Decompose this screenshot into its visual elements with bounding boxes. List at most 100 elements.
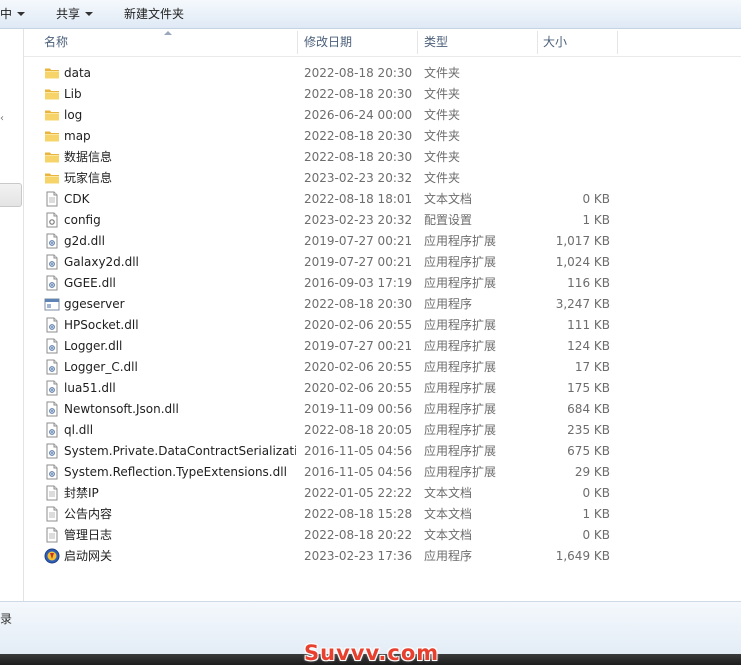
file-row[interactable]: 管理日志 2022-08-18 20:22 文本文档 0 KB [38,525,638,546]
file-size: 235 KB [567,423,610,437]
dll-file-icon [44,338,60,355]
file-type: 文件夹 [424,87,461,101]
column-separator[interactable] [537,31,538,54]
file-name: Logger.dll [64,339,123,353]
column-header-size[interactable]: 大小 [543,29,615,56]
file-row[interactable]: map 2022-08-18 20:30 文件夹 [38,126,638,147]
column-header-date[interactable]: 修改日期 [304,29,416,56]
file-row[interactable]: Lib 2022-08-18 20:30 文件夹 [38,84,638,105]
column-separator[interactable] [417,31,418,54]
file-name: ql.dll [64,423,94,437]
file-name: System.Private.DataContractSerializati..… [64,444,296,458]
share-menu-label: 共享 [56,7,81,21]
file-size [538,126,610,147]
file-row[interactable]: ggeserver 2022-08-18 20:30 应用程序 3,247 KB [38,294,638,315]
organize-menu-label: 中 [0,7,13,21]
file-type: 应用程序 [424,297,473,311]
file-size: 1,024 KB [555,255,610,269]
file-modified-date: 2023-02-23 20:32 [304,171,413,185]
file-size: 0 KB [582,486,610,500]
file-type: 应用程序扩展 [424,465,497,479]
text-document-icon [44,191,60,208]
folder-icon [44,65,60,82]
file-type: 文件夹 [424,108,461,122]
file-size [538,168,610,189]
column-header-type[interactable]: 类型 [424,29,534,56]
file-name: map [64,129,91,143]
file-row[interactable]: Newtonsoft.Json.dll 2019-11-09 00:56 应用程序扩… [38,399,638,420]
share-menu-button[interactable]: 共享 [56,6,94,22]
file-type: 应用程序扩展 [424,318,497,332]
file-modified-date: 2022-08-18 20:22 [304,528,413,542]
file-row[interactable]: HPSocket.dll 2020-02-06 20:55 应用程序扩展 111 KB [38,315,638,336]
file-modified-date: 2016-11-05 04:56 [304,465,413,479]
file-modified-date: 2026-06-24 00:00 [304,108,413,122]
column-header-name[interactable]: 名称 [44,29,294,56]
file-size: 0 KB [582,192,610,206]
file-name: Lib [64,87,82,101]
file-modified-date: 2022-08-18 20:30 [304,150,413,164]
file-row[interactable]: log 2026-06-24 00:00 文件夹 [38,105,638,126]
file-size: 124 KB [567,339,610,353]
file-modified-date: 2023-02-23 17:36 [304,549,413,563]
file-type: 应用程序扩展 [424,423,497,437]
file-modified-date: 2019-07-27 00:21 [304,255,413,269]
file-row[interactable]: System.Private.DataContractSerializati..… [38,441,638,462]
file-row[interactable]: 启动网关 2023-02-23 17:36 应用程序 1,649 KB [38,546,638,567]
file-row[interactable]: GGEE.dll 2016-09-03 17:19 应用程序扩展 116 KB [38,273,638,294]
organize-menu-button[interactable]: 中 [0,6,26,22]
file-name: config [64,213,101,227]
file-row[interactable]: 封禁IP 2022-01-05 22:22 文本文档 0 KB [38,483,638,504]
gateway-app-icon [44,548,60,565]
new-folder-label: 新建文件夹 [124,7,185,21]
column-separator[interactable] [617,31,618,54]
file-type: 应用程序扩展 [424,339,497,353]
file-name: HPSocket.dll [64,318,139,332]
new-folder-button[interactable]: 新建文件夹 [124,6,184,22]
file-row[interactable]: System.Reflection.TypeExtensions.dll 2016… [38,462,638,483]
file-size [538,84,610,105]
folder-icon [44,86,60,103]
file-row[interactable]: g2d.dll 2019-07-27 00:21 应用程序扩展 1,017 KB [38,231,638,252]
dll-file-icon [44,443,60,460]
file-name: CDK [64,192,90,206]
file-size: 684 KB [567,402,610,416]
file-modified-date: 2022-01-05 22:22 [304,486,413,500]
chevron-down-icon [85,12,94,16]
file-size: 3,247 KB [555,297,610,311]
file-name: GGEE.dll [64,276,116,290]
file-row[interactable]: 玩家信息 2023-02-23 20:32 文件夹 [38,168,638,189]
file-size: 29 KB [574,465,610,479]
file-row[interactable]: Logger_C.dll 2020-02-06 20:55 应用程序扩展 17 KB [38,357,638,378]
file-row[interactable]: ql.dll 2022-08-18 20:05 应用程序扩展 235 KB [38,420,638,441]
file-modified-date: 2022-08-18 20:05 [304,423,413,437]
file-modified-date: 2022-08-18 18:01 [304,192,413,206]
pane-divider[interactable] [23,29,24,601]
file-type: 文本文档 [424,528,473,542]
navigation-pane[interactable]: ‹ [0,29,23,601]
file-row[interactable]: 公告内容 2022-08-18 15:28 文本文档 1 KB [38,504,638,525]
file-row[interactable]: CDK 2022-08-18 18:01 文本文档 0 KB [38,189,638,210]
file-type: 应用程序扩展 [424,360,497,374]
file-row[interactable]: config 2023-02-23 20:32 配置设置 1 KB [38,210,638,231]
file-name: 封禁IP [64,486,99,500]
file-type: 应用程序扩展 [424,444,497,458]
file-modified-date: 2019-11-09 00:56 [304,402,413,416]
file-size: 1,649 KB [555,549,610,563]
file-row[interactable]: 数据信息 2022-08-18 20:30 文件夹 [38,147,638,168]
config-file-icon [44,212,60,229]
file-row[interactable]: lua51.dll 2020-02-06 20:55 应用程序扩展 175 KB [38,378,638,399]
nav-item-partial[interactable]: ‹ [0,113,10,125]
file-row[interactable]: Galaxy2d.dll 2019-07-27 00:21 应用程序扩展 1,024 … [38,252,638,273]
file-size: 1,017 KB [555,234,610,248]
file-type: 文本文档 [424,486,473,500]
file-row[interactable]: data 2022-08-18 20:30 文件夹 [38,63,638,84]
nav-item-selected[interactable] [0,183,22,207]
file-modified-date: 2022-08-18 20:30 [304,297,413,311]
file-row[interactable]: Logger.dll 2019-07-27 00:21 应用程序扩展 124 KB [38,336,638,357]
file-modified-date: 2020-02-06 20:55 [304,381,413,395]
file-modified-date: 2019-07-27 00:21 [304,234,413,248]
file-modified-date: 2022-08-18 15:28 [304,507,413,521]
dll-file-icon [44,254,60,271]
column-separator[interactable] [297,31,298,54]
